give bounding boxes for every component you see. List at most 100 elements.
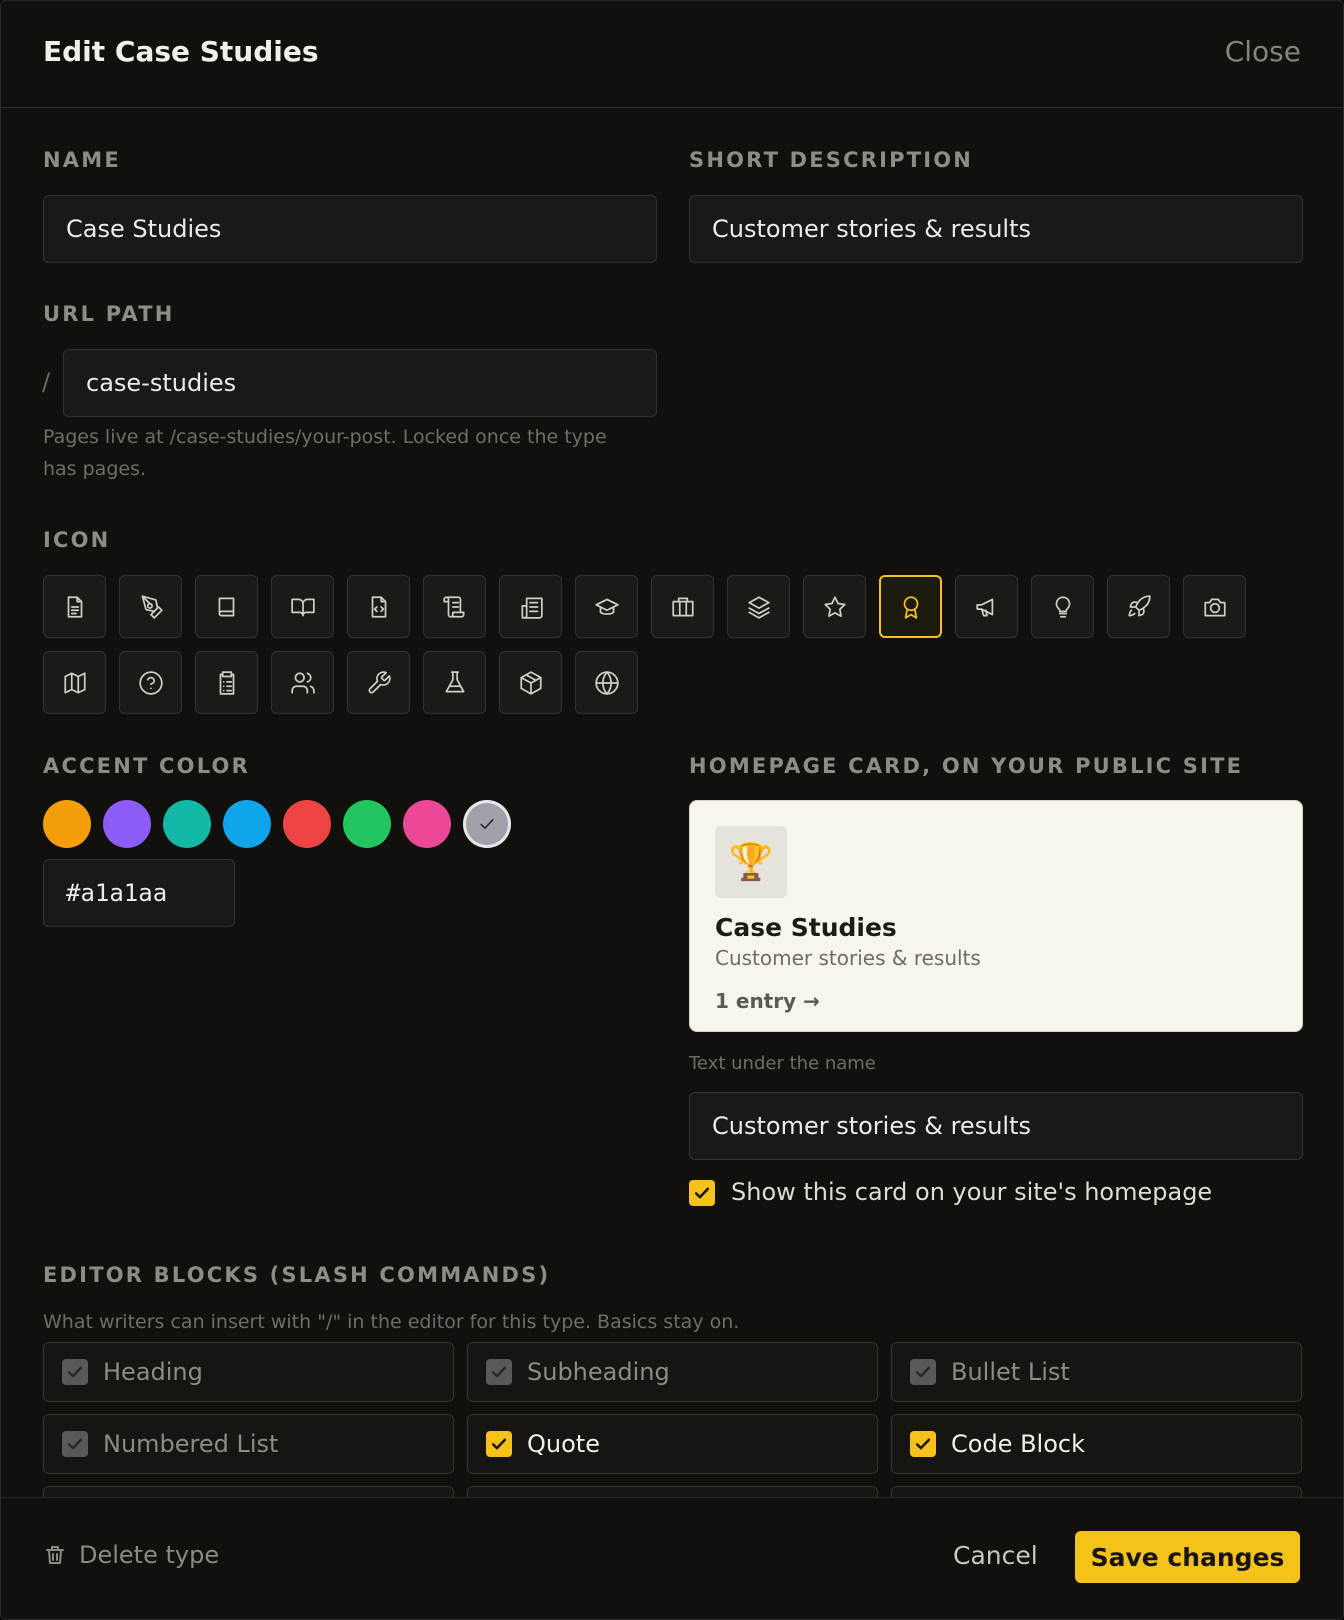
editor-block-label: Heading bbox=[103, 1358, 203, 1386]
trophy-icon: 🏆 bbox=[715, 826, 787, 898]
star-icon bbox=[823, 595, 846, 617]
icon-option-pen-tool[interactable] bbox=[119, 575, 182, 638]
accent-swatch[interactable] bbox=[223, 800, 271, 848]
newspaper-icon bbox=[520, 596, 543, 619]
editor-block-label: Numbered List bbox=[103, 1430, 279, 1458]
accent-swatch[interactable] bbox=[403, 800, 451, 848]
icon-option-book[interactable] bbox=[195, 575, 258, 638]
icon-option-award[interactable] bbox=[879, 575, 942, 638]
show-on-homepage-checkbox[interactable] bbox=[689, 1180, 715, 1206]
megaphone-icon bbox=[975, 598, 993, 617]
name-input[interactable]: Case Studies bbox=[43, 195, 657, 263]
file-text-icon bbox=[67, 595, 82, 618]
scroll-icon bbox=[442, 595, 465, 618]
editor-block-checkbox[interactable] bbox=[62, 1359, 88, 1385]
clipboard-list-icon bbox=[219, 670, 234, 695]
dialog-header: Edit Case Studies Close bbox=[1, 1, 1343, 108]
check-icon bbox=[480, 819, 494, 829]
url-path-input[interactable]: case-studies bbox=[63, 349, 657, 417]
icon-option-wrench[interactable] bbox=[347, 651, 410, 714]
editor-block-option[interactable]: Subheading bbox=[467, 1342, 878, 1402]
icon-option-users[interactable] bbox=[271, 651, 334, 714]
accent-color-label: ACCENT COLOR bbox=[43, 754, 250, 778]
icon-option-scroll[interactable] bbox=[423, 575, 486, 638]
editor-block-option[interactable]: Numbered List bbox=[43, 1414, 454, 1474]
icon-option-megaphone[interactable] bbox=[955, 575, 1018, 638]
lightbulb-icon bbox=[1055, 595, 1070, 618]
card-entry-count: 1 entry → bbox=[715, 989, 820, 1013]
editor-block-option[interactable]: Bullet List bbox=[891, 1342, 1302, 1402]
editor-block-label: Subheading bbox=[527, 1358, 670, 1386]
dialog-footer: Delete type Cancel Save changes bbox=[1, 1497, 1343, 1619]
editor-block-checkbox[interactable] bbox=[910, 1359, 936, 1385]
check-icon bbox=[67, 1366, 83, 1378]
layers-icon bbox=[747, 595, 770, 619]
check-icon bbox=[915, 1366, 931, 1378]
icon-option-file-code[interactable] bbox=[347, 575, 410, 638]
users-icon bbox=[290, 671, 315, 694]
dialog-title: Edit Case Studies bbox=[43, 35, 319, 68]
icon-option-newspaper[interactable] bbox=[499, 575, 562, 638]
show-on-homepage-label: Show this card on your site's homepage bbox=[731, 1178, 1213, 1206]
close-button[interactable]: Close bbox=[1225, 35, 1301, 68]
editor-block-label: Code Block bbox=[951, 1430, 1085, 1458]
trash-icon bbox=[46, 1546, 64, 1564]
dialog-body[interactable]: NAME Case Studies SHORT DESCRIPTION Cust… bbox=[1, 108, 1343, 1498]
short-description-label: SHORT DESCRIPTION bbox=[689, 148, 974, 172]
editor-block-checkbox[interactable] bbox=[62, 1431, 88, 1457]
flask-icon bbox=[444, 670, 465, 693]
award-icon bbox=[903, 595, 918, 619]
delete-type-label: Delete type bbox=[79, 1541, 220, 1569]
check-icon bbox=[694, 1187, 710, 1199]
cancel-button[interactable]: Cancel bbox=[953, 1541, 1038, 1570]
icon-option-graduation-cap[interactable] bbox=[575, 575, 638, 638]
accent-swatch[interactable] bbox=[43, 800, 91, 848]
accent-swatch[interactable] bbox=[283, 800, 331, 848]
accent-swatch[interactable] bbox=[463, 800, 511, 848]
icon-option-flask[interactable] bbox=[423, 651, 486, 714]
editor-block-option[interactable]: Heading bbox=[43, 1342, 454, 1402]
icon-option-help-circle[interactable] bbox=[119, 651, 182, 714]
book-icon bbox=[218, 596, 234, 617]
accent-hex-input[interactable]: #a1a1aa bbox=[43, 859, 235, 927]
editor-block-label: Quote bbox=[527, 1430, 600, 1458]
short-description-input[interactable]: Customer stories & results bbox=[689, 195, 1303, 263]
icon-label: ICON bbox=[43, 528, 111, 552]
accent-swatch[interactable] bbox=[343, 800, 391, 848]
editor-block-option[interactable]: Code Block bbox=[891, 1414, 1302, 1474]
rocket-icon bbox=[1127, 594, 1151, 617]
editor-blocks-label: EDITOR BLOCKS (SLASH COMMANDS) bbox=[43, 1263, 551, 1287]
check-icon bbox=[491, 1438, 507, 1450]
icon-option-map[interactable] bbox=[43, 651, 106, 714]
editor-block-label: Bullet List bbox=[951, 1358, 1070, 1386]
editor-blocks-hint: What writers can insert with "/" in the … bbox=[43, 1311, 740, 1333]
check-icon bbox=[491, 1366, 507, 1378]
globe-icon bbox=[594, 670, 619, 695]
icon-option-camera[interactable] bbox=[1183, 575, 1246, 638]
book-open-icon bbox=[290, 598, 315, 617]
icon-option-briefcase[interactable] bbox=[651, 575, 714, 638]
map-icon bbox=[63, 671, 86, 694]
icon-option-star[interactable] bbox=[803, 575, 866, 638]
icon-option-file-text[interactable] bbox=[43, 575, 106, 638]
accent-swatch[interactable] bbox=[163, 800, 211, 848]
editor-block-checkbox[interactable] bbox=[486, 1431, 512, 1457]
camera-icon bbox=[1203, 598, 1226, 617]
help-circle-icon bbox=[138, 670, 163, 695]
package-icon bbox=[519, 670, 542, 695]
icon-option-clipboard-list[interactable] bbox=[195, 651, 258, 714]
delete-type-button[interactable]: Delete type bbox=[43, 1541, 219, 1569]
icon-option-package[interactable] bbox=[499, 651, 562, 714]
editor-block-checkbox[interactable] bbox=[910, 1431, 936, 1457]
icon-option-lightbulb[interactable] bbox=[1031, 575, 1094, 638]
url-path-hint: Pages live at /case-studies/your-post. L… bbox=[43, 426, 607, 480]
text-under-name-input[interactable]: Customer stories & results bbox=[689, 1092, 1303, 1160]
editor-block-checkbox[interactable] bbox=[486, 1359, 512, 1385]
icon-option-book-open[interactable] bbox=[271, 575, 334, 638]
save-changes-button[interactable]: Save changes bbox=[1075, 1531, 1300, 1583]
editor-block-option[interactable]: Quote bbox=[467, 1414, 878, 1474]
icon-option-layers[interactable] bbox=[727, 575, 790, 638]
accent-swatch[interactable] bbox=[103, 800, 151, 848]
icon-option-rocket[interactable] bbox=[1107, 575, 1170, 638]
icon-option-globe[interactable] bbox=[575, 651, 638, 714]
